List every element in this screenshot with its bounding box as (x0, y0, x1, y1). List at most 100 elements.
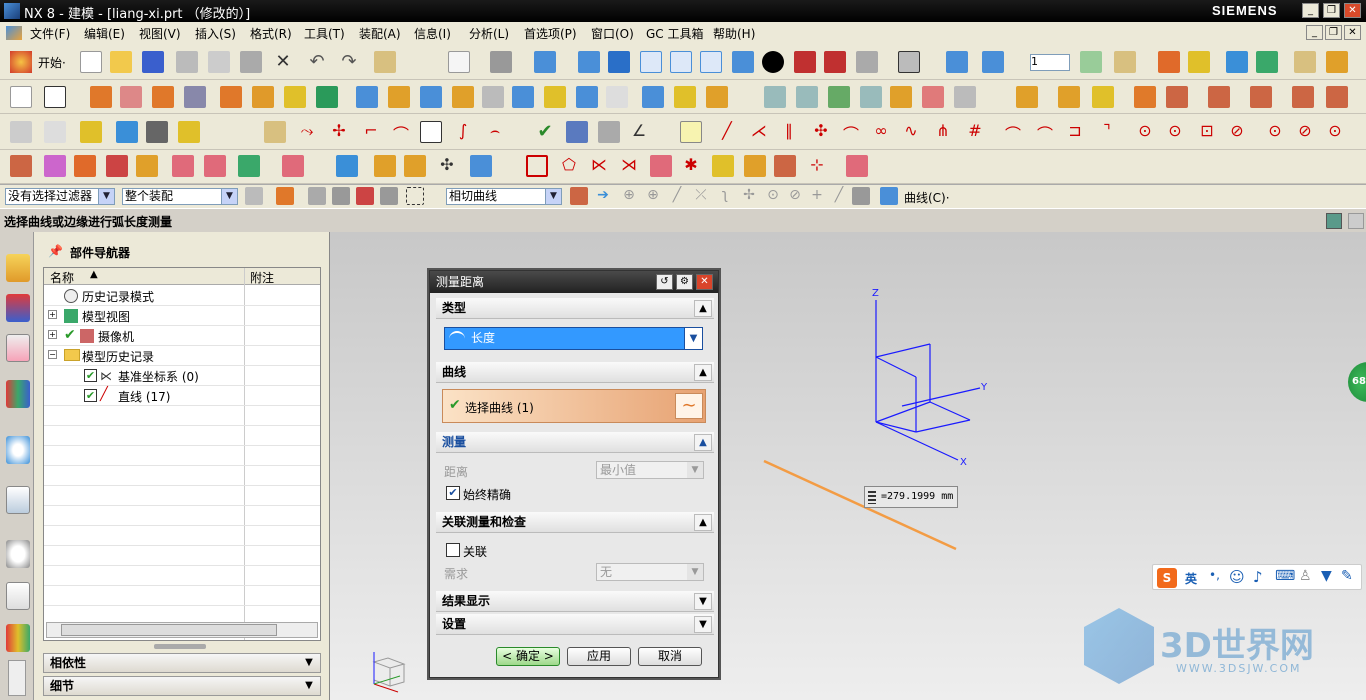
constraint-nav-icon[interactable] (6, 294, 30, 322)
type-select[interactable]: 长度 ▼ (444, 327, 703, 350)
tangent-icon[interactable]: ⋔ (932, 121, 954, 143)
display-mode-icon[interactable] (762, 51, 784, 73)
select-face-icon[interactable] (332, 187, 350, 205)
distance-select[interactable]: 最小值 ▼ (596, 461, 704, 479)
swept-icon[interactable] (860, 86, 882, 108)
apply-button[interactable]: 应用 (567, 647, 631, 666)
view-wire-icon[interactable] (640, 51, 662, 73)
menu-tools[interactable]: 工具(T) (304, 25, 345, 42)
settings-section[interactable]: 设置 ▼ (436, 614, 714, 635)
split-curve-icon[interactable]: ⋉ (588, 155, 610, 177)
skin-icon[interactable]: ▼ (1321, 568, 1332, 584)
pattern-icon[interactable] (706, 86, 728, 108)
intersect-icon[interactable] (1250, 86, 1272, 108)
filter-select[interactable]: 没有选择过滤器 ▼ (5, 188, 115, 205)
helix-icon[interactable]: ∿ (900, 121, 922, 143)
web-browser-icon[interactable] (6, 486, 30, 514)
layers-icon[interactable] (10, 121, 32, 143)
extract-icon[interactable] (136, 155, 158, 177)
always-accurate-checkbox[interactable]: ✔ (446, 486, 460, 500)
visibility-checkbox[interactable]: ✔ (84, 369, 97, 382)
constraint-icon[interactable] (470, 155, 492, 177)
snap-point-icon[interactable]: + (808, 187, 826, 205)
paste-icon[interactable] (240, 51, 262, 73)
menu-file[interactable]: 文件(F) (30, 25, 70, 42)
offset-curve-icon[interactable] (74, 155, 96, 177)
link-icon[interactable]: ∞ (870, 121, 892, 143)
general-select-icon[interactable] (276, 187, 294, 205)
scope-select[interactable]: 整个装配 ▼ (122, 188, 238, 205)
unite-icon[interactable] (152, 86, 174, 108)
combine-icon[interactable] (204, 155, 226, 177)
ext-surface-icon[interactable] (1016, 86, 1038, 108)
perp-icon[interactable]: ✣ (810, 121, 832, 143)
blend-icon[interactable] (452, 86, 474, 108)
edit-curve-icon[interactable] (264, 121, 286, 143)
mirror-icon[interactable] (744, 155, 766, 177)
offset-icon[interactable] (642, 86, 664, 108)
fit-view-icon[interactable] (448, 51, 470, 73)
bracket-icon[interactable]: ⊐ (1064, 121, 1086, 143)
roles-icon[interactable] (6, 624, 30, 652)
circle-icon[interactable]: ⊙ (1134, 121, 1156, 143)
split-icon[interactable] (606, 86, 628, 108)
corner2-icon[interactable]: ⌝ (1096, 121, 1118, 143)
point-icon[interactable] (316, 86, 338, 108)
component-icon[interactable] (336, 155, 358, 177)
pin-icon[interactable]: 📌 (48, 244, 63, 258)
snap-intersect-icon[interactable]: ⤫ (692, 187, 710, 205)
measure-icon[interactable] (374, 51, 396, 73)
curve-picker-icon[interactable]: ∼ (675, 393, 703, 419)
start-button[interactable]: 开始· (38, 54, 66, 71)
tube-icon[interactable] (388, 86, 410, 108)
snap-arc-icon[interactable]: ʅ (716, 187, 734, 205)
curve-rule-select[interactable]: 相切曲线 ▼ (446, 188, 562, 205)
through-curves-icon[interactable] (828, 86, 850, 108)
sketch-icon[interactable] (10, 86, 32, 108)
extrude-icon[interactable] (90, 86, 112, 108)
chevron-down-icon[interactable]: ▼ (694, 593, 712, 610)
chain-icon[interactable] (680, 121, 702, 143)
curve-length-icon[interactable] (846, 155, 868, 177)
edit-section-icon[interactable] (856, 51, 878, 73)
hole-icon[interactable] (184, 86, 206, 108)
arc2-icon[interactable]: ⌒ (1034, 121, 1056, 144)
cut-icon[interactable] (176, 51, 198, 73)
reset-icon[interactable]: ↺ (656, 274, 673, 290)
hash-icon[interactable]: # (964, 121, 986, 143)
delete-icon[interactable]: ✕ (272, 51, 294, 73)
status-toggle-icon[interactable] (1326, 213, 1342, 229)
promote-icon[interactable] (1292, 86, 1314, 108)
wrap-icon[interactable] (1326, 86, 1348, 108)
menu-view[interactable]: 视图(V) (139, 25, 181, 42)
tree-row[interactable]: ✔ ⋉ 基准坐标系 (0) (44, 366, 320, 386)
trim2-icon[interactable]: ⋊ (618, 155, 640, 177)
draft-icon[interactable] (544, 86, 566, 108)
corner-icon[interactable]: ⌐ (360, 121, 382, 143)
point-set-icon[interactable]: ⊹ (806, 155, 828, 177)
new-comp-icon[interactable] (404, 155, 426, 177)
visibility-checkbox[interactable]: ✔ (84, 389, 97, 402)
view-hidden-icon[interactable] (700, 51, 722, 73)
history-icon[interactable] (6, 540, 30, 568)
snap-quad-icon[interactable]: ⊘ (786, 187, 804, 205)
tool-icon[interactable] (146, 121, 168, 143)
parallel-icon[interactable]: ∥ (778, 121, 800, 143)
chevron-down-icon[interactable]: ▼ (301, 655, 317, 671)
subtract-icon[interactable] (1208, 86, 1230, 108)
scale-icon[interactable] (774, 155, 796, 177)
tree-row[interactable]: − 模型历史记录 (44, 346, 320, 366)
snap-end-icon[interactable]: ⊕ (620, 187, 638, 205)
chamfer2-icon[interactable] (712, 155, 734, 177)
curve-ops-icon[interactable] (10, 155, 32, 177)
menu-analysis[interactable]: 分析(L) (469, 25, 509, 42)
cross-curve-icon[interactable]: ✢ (328, 121, 350, 143)
doc-close-button[interactable]: ✕ (1344, 25, 1361, 40)
unite-face-icon[interactable] (1166, 86, 1188, 108)
note-icon[interactable] (1326, 51, 1348, 73)
emoji-icon[interactable]: ☺ (1229, 568, 1245, 586)
rect-icon[interactable] (526, 155, 548, 177)
trim-icon[interactable] (576, 86, 598, 108)
stop-at-intersection-icon[interactable] (570, 187, 588, 205)
check-icon[interactable]: ✔ (534, 121, 556, 143)
